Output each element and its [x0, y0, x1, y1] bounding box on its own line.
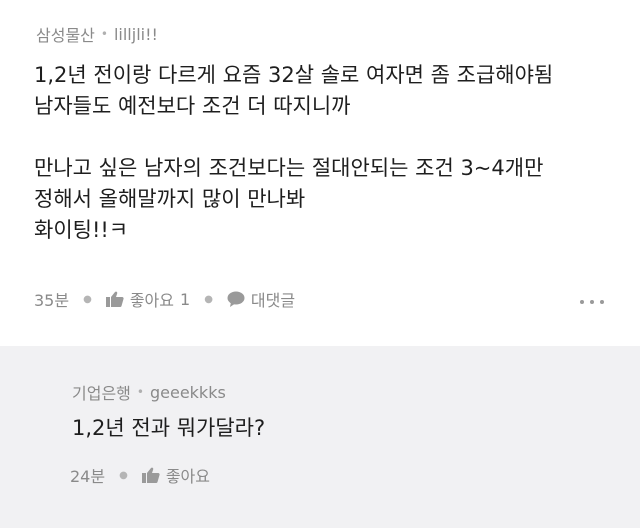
like-label: 좋아요	[129, 291, 174, 310]
reply-footer: 24분 ● 좋아요	[70, 463, 210, 487]
reply-label: 대댓글	[250, 291, 296, 310]
footer-separator: ●	[204, 293, 213, 305]
more-dot	[590, 300, 594, 304]
thumbs-up-icon	[105, 291, 124, 307]
reply-author-group: 기업은행	[72, 384, 131, 403]
more-dots-icon[interactable]	[580, 298, 604, 306]
reply-like-label: 좋아요	[165, 467, 210, 486]
comment-meta: 삼성물산 • lilljli!!	[36, 22, 158, 46]
thumbs-up-icon	[141, 467, 160, 483]
comment-author-group: 삼성물산	[36, 26, 95, 45]
speech-bubble-icon	[227, 291, 245, 307]
more-dot	[580, 300, 584, 304]
meta-separator: •	[100, 27, 108, 41]
reply-author-id[interactable]: geeekkks	[150, 383, 226, 402]
reply-meta: 기업은행 • geeekkks	[72, 380, 226, 404]
comment-body: 1,2년 전이랑 다르게 요즘 32살 솔로 여자면 좀 조급해야됨 남자들도 …	[34, 63, 554, 242]
reply-button[interactable]: 대댓글	[227, 287, 295, 311]
reply-time: 24분	[70, 467, 106, 486]
reply-like-button[interactable]: 좋아요	[141, 463, 210, 487]
comment-author-id[interactable]: lilljli!!	[114, 25, 158, 44]
like-button[interactable]: 좋아요 1	[105, 287, 191, 311]
more-dot	[600, 300, 604, 304]
footer-separator: ●	[119, 469, 128, 481]
meta-separator: •	[136, 385, 144, 399]
footer-separator: ●	[83, 293, 92, 305]
comment-time: 35분	[34, 291, 70, 310]
reply-body: 1,2년 전과 뭐가달라?	[72, 416, 266, 440]
comment-footer: 35분 ● 좋아요 1 ● 대댓글	[34, 287, 295, 311]
like-count: 1	[180, 289, 191, 309]
